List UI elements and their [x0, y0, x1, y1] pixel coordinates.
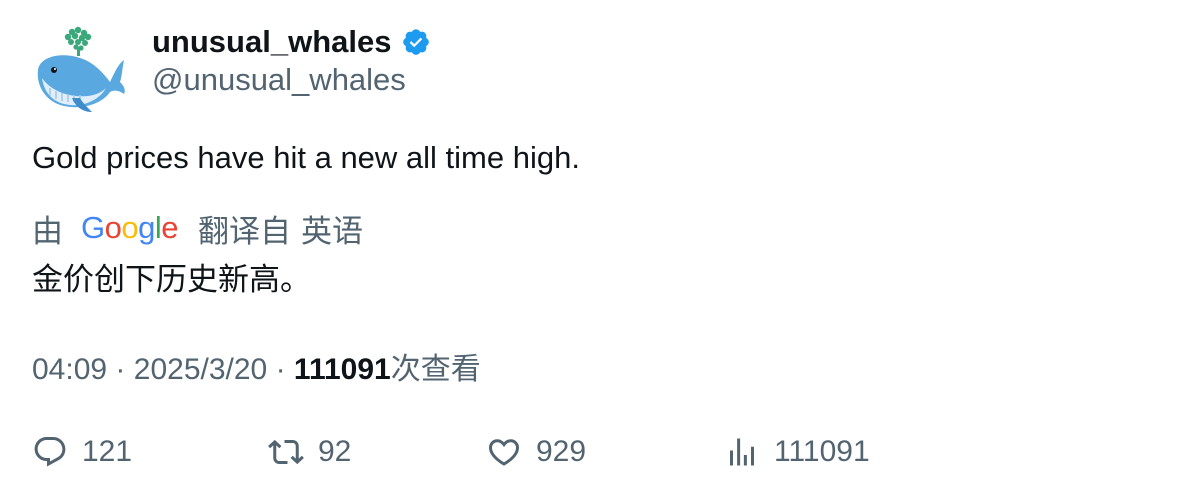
google-logo[interactable]: Google	[81, 210, 179, 246]
translation-by-label: 由	[32, 213, 63, 249]
meta-separator: ·	[115, 353, 126, 386]
tweet-date[interactable]: 2025/3/20	[134, 353, 267, 386]
like-count: 929	[536, 435, 587, 468]
views-action-count: 111091	[774, 435, 870, 468]
reply-icon	[34, 437, 66, 467]
views-button[interactable]: 111091	[724, 428, 870, 476]
tweet-metadata: 04:09 · 2025/3/20 · 111091次查看	[32, 344, 481, 388]
like-button[interactable]: 929	[486, 428, 586, 476]
tweet-text: Gold prices have hit a new all time high…	[32, 140, 580, 175]
verified-badge-icon[interactable]	[401, 27, 431, 57]
whale-avatar-icon	[37, 26, 125, 112]
reply-button[interactable]: 121	[32, 428, 132, 476]
translated-from-label: 翻译自	[198, 213, 292, 249]
meta-separator: ·	[275, 353, 286, 386]
tweet-time[interactable]: 04:09	[32, 353, 107, 386]
retweet-count: 92	[318, 435, 352, 468]
heart-icon	[488, 439, 520, 466]
author-name-row: unusual_whales	[152, 20, 431, 64]
views-label: 次查看	[390, 353, 481, 386]
avatar[interactable]	[32, 24, 128, 120]
retweet-button[interactable]: 92	[268, 428, 351, 476]
translated-tweet-text: 金价创下历史新高。	[32, 262, 311, 297]
translation-attribution: 由 Google 翻译自 英语	[32, 206, 363, 250]
retweet-icon	[268, 439, 304, 465]
source-language: 英语	[301, 213, 364, 249]
author-handle[interactable]: @unusual_whales	[152, 62, 406, 98]
analytics-icon	[730, 438, 754, 466]
views-count: 111091	[293, 353, 391, 386]
author-display-name[interactable]: unusual_whales	[152, 24, 391, 60]
reply-count: 121	[82, 435, 133, 468]
action-bar: 121 92 929 111091	[32, 428, 1172, 476]
